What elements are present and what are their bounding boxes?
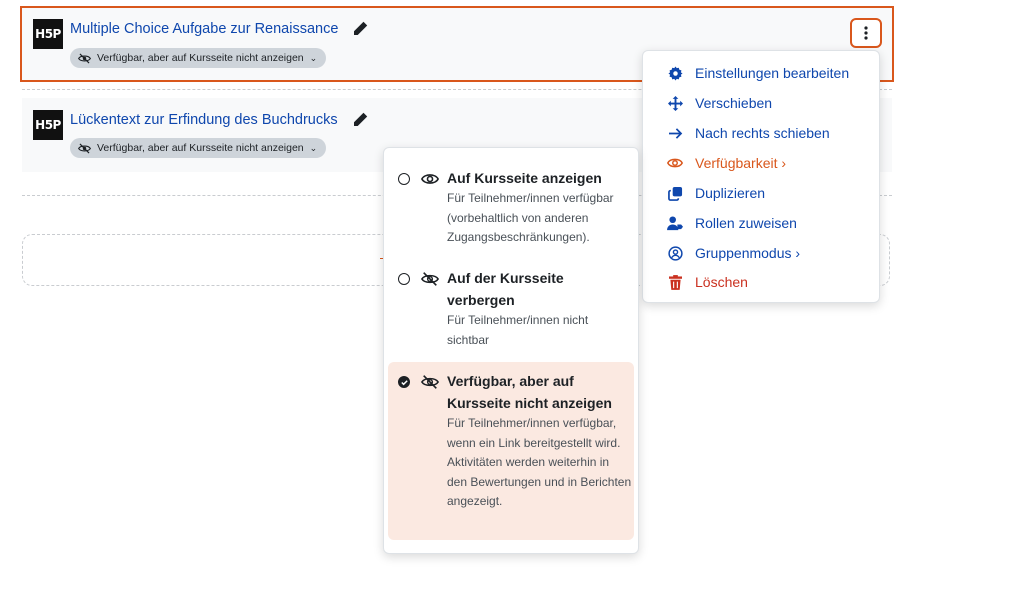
menu-item-group-mode[interactable]: Gruppenmodus ›: [643, 239, 879, 267]
menu-item-indent-right[interactable]: Nach rechts schieben: [643, 119, 879, 147]
h5p-icon: H5P: [33, 19, 63, 49]
h5p-icon: H5P: [33, 110, 63, 140]
option-description: Für Teilnehmer/innen verfügbar (vorbehal…: [447, 191, 614, 244]
eye-slash-icon: [421, 272, 439, 286]
pencil-icon[interactable]: [352, 112, 368, 128]
availability-submenu: Auf Kursseite anzeigen Für Teilnehmer/in…: [383, 147, 639, 554]
eye-icon: [666, 154, 684, 172]
check-icon: [400, 379, 408, 385]
menu-item-move[interactable]: Verschieben: [643, 89, 879, 117]
option-title: Auf Kursseite anzeigen: [447, 170, 602, 186]
arrow-right-icon: [666, 124, 684, 142]
radio-button[interactable]: [398, 273, 410, 285]
menu-item-duplicate[interactable]: Duplizieren: [643, 179, 879, 207]
radio-button-checked[interactable]: [398, 376, 410, 388]
eye-slash-icon: [78, 143, 91, 153]
radio-button[interactable]: [398, 173, 410, 185]
eye-icon: [421, 174, 439, 184]
menu-item-edit-settings[interactable]: Einstellungen bearbeiten: [643, 59, 879, 87]
eye-slash-icon: [421, 375, 439, 389]
move-icon: [666, 94, 684, 112]
activity-actions-button[interactable]: [850, 18, 882, 48]
pencil-icon[interactable]: [352, 21, 368, 37]
menu-item-delete[interactable]: Löschen: [643, 268, 879, 296]
gear-icon: [666, 64, 684, 82]
chevron-right-icon: ›: [781, 155, 787, 171]
activity-action-menu: Einstellungen bearbeiten Verschieben Nac…: [642, 50, 880, 303]
group-icon: [666, 244, 684, 262]
availability-option-hide[interactable]: Auf der Kursseite verbergen Für Teilnehm…: [388, 262, 634, 358]
badge-label: Verfügbar, aber auf Kursseite nicht anze…: [97, 142, 304, 154]
chevron-down-icon: ⌄: [309, 142, 318, 153]
kebab-icon: [864, 26, 868, 40]
menu-item-availability[interactable]: Verfügbarkeit ›: [643, 149, 879, 177]
option-description: Für Teilnehmer/innen nicht sichtbar: [447, 313, 589, 347]
status-badge[interactable]: Verfügbar, aber auf Kursseite nicht anze…: [70, 138, 327, 158]
user-tag-icon: [666, 214, 684, 232]
activity-link[interactable]: Multiple Choice Aufgabe zur Renaissance: [70, 21, 338, 37]
status-badge[interactable]: Verfügbar, aber auf Kursseite nicht anze…: [70, 48, 327, 68]
availability-option-stealth[interactable]: Verfügbar, aber auf Kursseite nicht anze…: [388, 362, 634, 540]
option-description: Für Teilnehmer/innen verfügbar, wenn ein…: [447, 416, 632, 508]
chevron-right-icon: ›: [795, 245, 801, 261]
badge-label: Verfügbar, aber auf Kursseite nicht anze…: [97, 52, 304, 64]
option-title: Verfügbar, aber auf Kursseite nicht anze…: [447, 373, 612, 411]
menu-item-assign-roles[interactable]: Rollen zuweisen: [643, 209, 879, 237]
eye-slash-icon: [78, 53, 91, 63]
copy-icon: [666, 184, 684, 202]
chevron-down-icon: ⌄: [309, 52, 318, 63]
option-title: Auf der Kursseite verbergen: [447, 270, 564, 308]
activity-link[interactable]: Lückentext zur Erfindung des Buchdrucks: [70, 112, 338, 128]
trash-icon: [666, 273, 684, 291]
availability-option-show[interactable]: Auf Kursseite anzeigen Für Teilnehmer/in…: [388, 162, 634, 258]
